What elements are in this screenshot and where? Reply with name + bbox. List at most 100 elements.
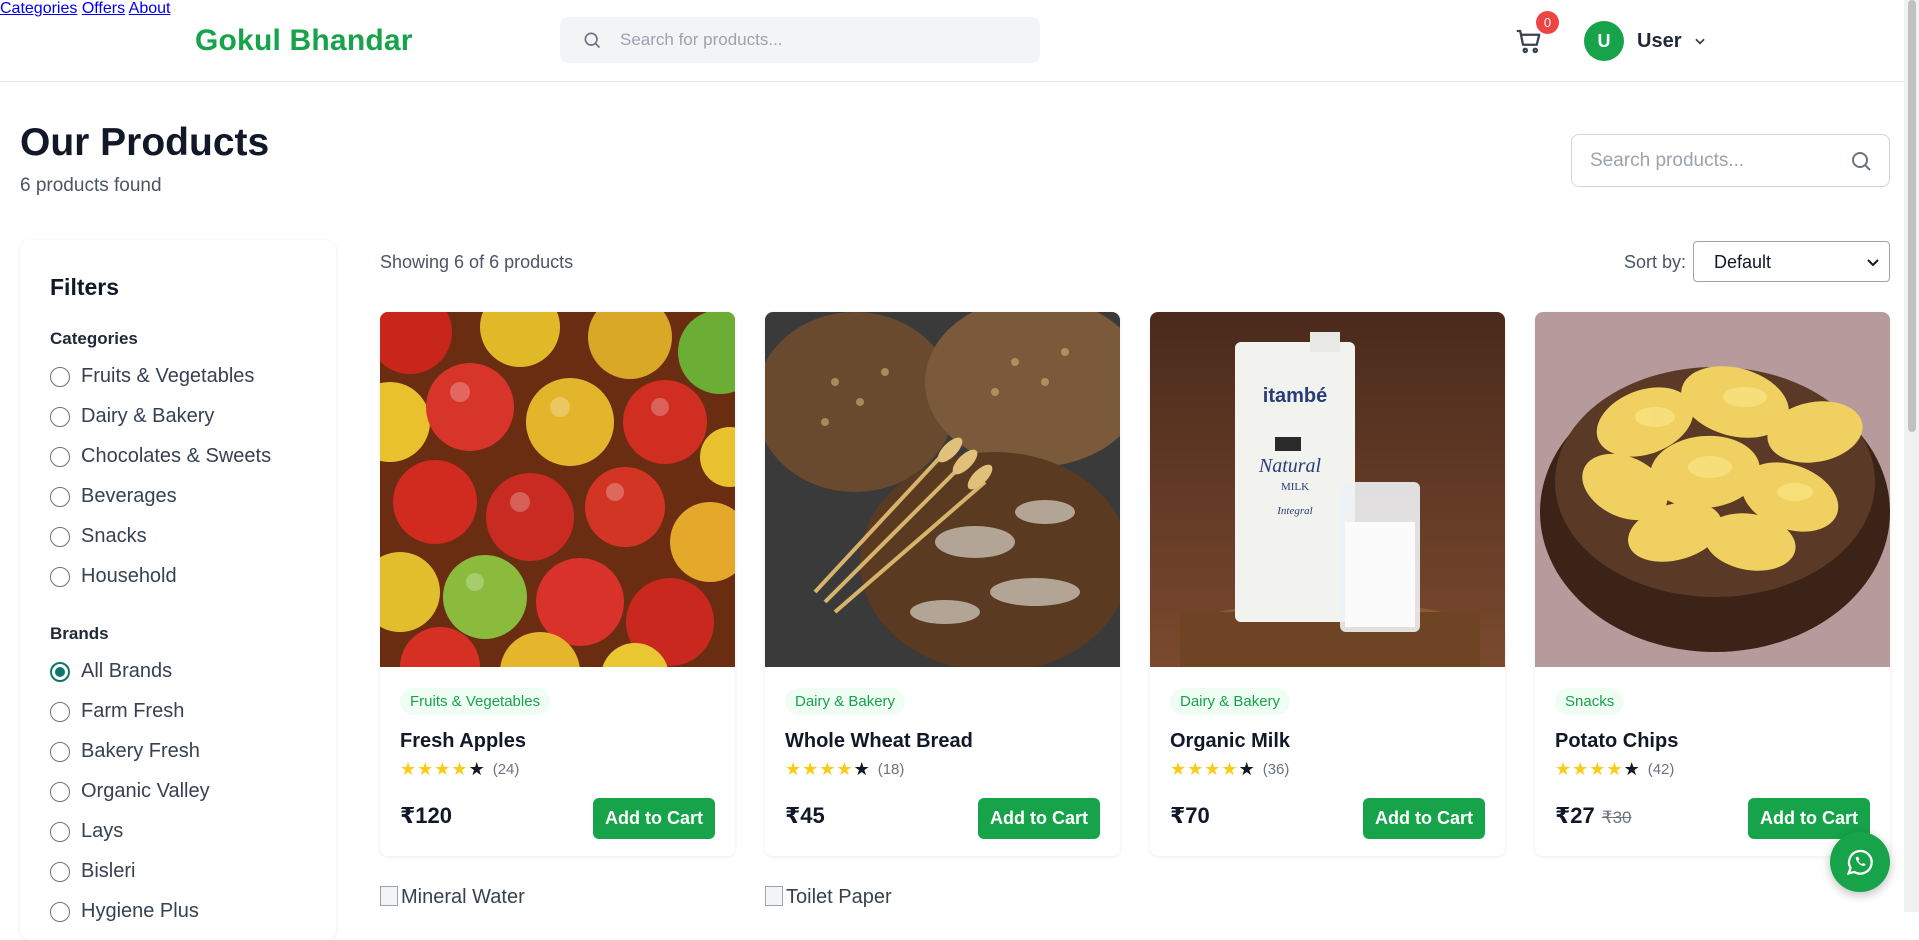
milk-label-natural: Natural xyxy=(1258,455,1322,477)
nav-categories[interactable]: Categories xyxy=(0,0,77,17)
radio-button[interactable] xyxy=(50,566,70,587)
product-search-box[interactable] xyxy=(1571,134,1890,187)
radio-button[interactable] xyxy=(50,446,70,467)
user-menu[interactable]: U User xyxy=(1584,21,1707,61)
star-icon: ★ xyxy=(1589,759,1606,779)
radio-button[interactable] xyxy=(50,861,70,882)
current-price: ₹27 xyxy=(1555,803,1595,828)
half-star-icon: ★ xyxy=(1238,759,1255,779)
site-logo[interactable]: Gokul Bhandar xyxy=(195,24,413,58)
product-card[interactable]: Dairy & Bakery Whole Wheat Bread ★ ★ ★ ★ ★ (… xyxy=(765,312,1120,856)
cart-count-badge: 0 xyxy=(1536,11,1559,34)
review-count: (36) xyxy=(1262,760,1290,778)
filters-title: Filters xyxy=(50,274,120,300)
header-search-bar[interactable] xyxy=(560,17,1040,63)
search-icon[interactable] xyxy=(1849,149,1873,173)
radio-button[interactable] xyxy=(50,741,70,762)
category-label: Dairy & Bakery xyxy=(81,405,215,427)
scrollbar-thumb[interactable] xyxy=(1908,0,1916,432)
original-price: ₹30 xyxy=(1601,808,1632,827)
brand-label: Lays xyxy=(81,820,124,842)
brand-option[interactable]: Farm Fresh xyxy=(50,700,184,723)
price: ₹120 xyxy=(400,803,452,829)
brand-option[interactable]: Bakery Fresh xyxy=(50,740,200,763)
brand-option[interactable]: Bisleri xyxy=(50,860,135,883)
product-image-bread[interactable] xyxy=(765,312,1120,667)
broken-image-mineral-water[interactable]: Mineral Water xyxy=(380,886,525,909)
products-found-count: 6 products found xyxy=(20,175,162,196)
star-icon: ★ xyxy=(1606,759,1623,779)
radio-button[interactable] xyxy=(50,366,70,387)
category-option[interactable]: Fruits & Vegetables xyxy=(50,365,254,388)
product-image-apples[interactable] xyxy=(380,312,735,667)
avatar: U xyxy=(1584,21,1624,61)
brand-option[interactable]: Organic Valley xyxy=(50,780,210,803)
product-name[interactable]: Fresh Apples xyxy=(400,730,526,753)
star-icon: ★ xyxy=(802,759,819,779)
category-label: Snacks xyxy=(81,525,147,547)
broken-image-toilet-paper[interactable]: Toilet Paper xyxy=(765,886,892,909)
sort-dropdown[interactable]: Default xyxy=(1693,241,1890,282)
radio-button[interactable] xyxy=(50,701,70,722)
category-option[interactable]: Household xyxy=(50,565,177,588)
category-label: Chocolates & Sweets xyxy=(81,445,272,467)
product-search-input[interactable] xyxy=(1590,135,1840,186)
add-to-cart-button[interactable]: Add to Cart xyxy=(1363,798,1485,839)
product-name[interactable]: Whole Wheat Bread xyxy=(785,730,973,753)
category-option[interactable]: Snacks xyxy=(50,525,147,548)
rating-stars: ★ ★ ★ ★ ★ (36) xyxy=(1170,760,1289,778)
price: ₹70 xyxy=(1170,803,1210,829)
category-badge: Dairy & Bakery xyxy=(785,688,906,715)
nav-offers[interactable]: Offers xyxy=(82,0,125,17)
radio-button-selected[interactable] xyxy=(50,661,70,682)
current-price: ₹70 xyxy=(1170,803,1210,828)
category-label: Household xyxy=(81,565,177,587)
category-option[interactable]: Beverages xyxy=(50,485,177,508)
current-price: ₹45 xyxy=(785,803,825,828)
header-search-input[interactable] xyxy=(620,17,1020,63)
product-card[interactable]: Fruits & Vegetables Fresh Apples ★ ★ ★ ★ ★ (… xyxy=(380,312,735,856)
category-label: Fruits & Vegetables xyxy=(81,365,255,387)
whatsapp-chat-button[interactable] xyxy=(1830,832,1890,892)
half-star-icon: ★ xyxy=(1623,759,1640,779)
brand-label: All Brands xyxy=(81,660,173,682)
price: ₹45 xyxy=(785,803,825,829)
star-icon: ★ xyxy=(1221,759,1238,779)
category-option[interactable]: Chocolates & Sweets xyxy=(50,445,271,468)
radio-button[interactable] xyxy=(50,486,70,507)
current-price: ₹120 xyxy=(400,803,453,828)
milk-label-integral: Integral xyxy=(1276,505,1312,517)
chevron-down-icon xyxy=(1867,259,1879,267)
whatsapp-icon xyxy=(1846,849,1873,875)
milk-label-milk: MILK xyxy=(1281,481,1309,493)
top-header: Gokul Bhandar Categories Offers About 0 … xyxy=(0,0,1919,82)
brand-option[interactable]: All Brands xyxy=(50,660,172,683)
product-name[interactable]: Organic Milk xyxy=(1170,730,1290,753)
star-icon: ★ xyxy=(836,759,853,779)
radio-button[interactable] xyxy=(50,821,70,842)
filters-sidebar: Filters Categories Fruits & Vegetables D… xyxy=(20,240,336,940)
price: ₹27 ₹30 xyxy=(1555,803,1632,829)
product-name[interactable]: Potato Chips xyxy=(1555,730,1678,753)
star-icon: ★ xyxy=(785,759,802,779)
product-card[interactable]: itambé Natural MILK Integral Dairy & Bak… xyxy=(1150,312,1505,856)
rating-stars: ★ ★ ★ ★ ★ (24) xyxy=(400,760,519,778)
radio-button[interactable] xyxy=(50,781,70,802)
sort-label: Sort by: xyxy=(1624,252,1687,272)
product-image-chips[interactable] xyxy=(1535,312,1890,667)
category-option[interactable]: Dairy & Bakery xyxy=(50,405,214,428)
category-badge: Dairy & Bakery xyxy=(1170,688,1291,715)
product-card[interactable]: Snacks Potato Chips ★ ★ ★ ★ ★ (42) ₹27 ₹30 Ad… xyxy=(1535,312,1890,856)
page-title: Our Products xyxy=(20,121,270,164)
brand-option[interactable]: Lays xyxy=(50,820,123,843)
star-icon: ★ xyxy=(451,759,468,779)
radio-button[interactable] xyxy=(50,406,70,427)
product-image-milk[interactable]: itambé Natural MILK Integral xyxy=(1150,312,1505,667)
category-label: Beverages xyxy=(81,485,177,507)
nav-about[interactable]: About xyxy=(129,0,171,17)
radio-button[interactable] xyxy=(50,526,70,547)
category-badge: Snacks xyxy=(1555,688,1625,715)
add-to-cart-button[interactable]: Add to Cart xyxy=(978,798,1100,839)
star-icon: ★ xyxy=(400,759,417,779)
add-to-cart-button[interactable]: Add to Cart xyxy=(593,798,715,839)
